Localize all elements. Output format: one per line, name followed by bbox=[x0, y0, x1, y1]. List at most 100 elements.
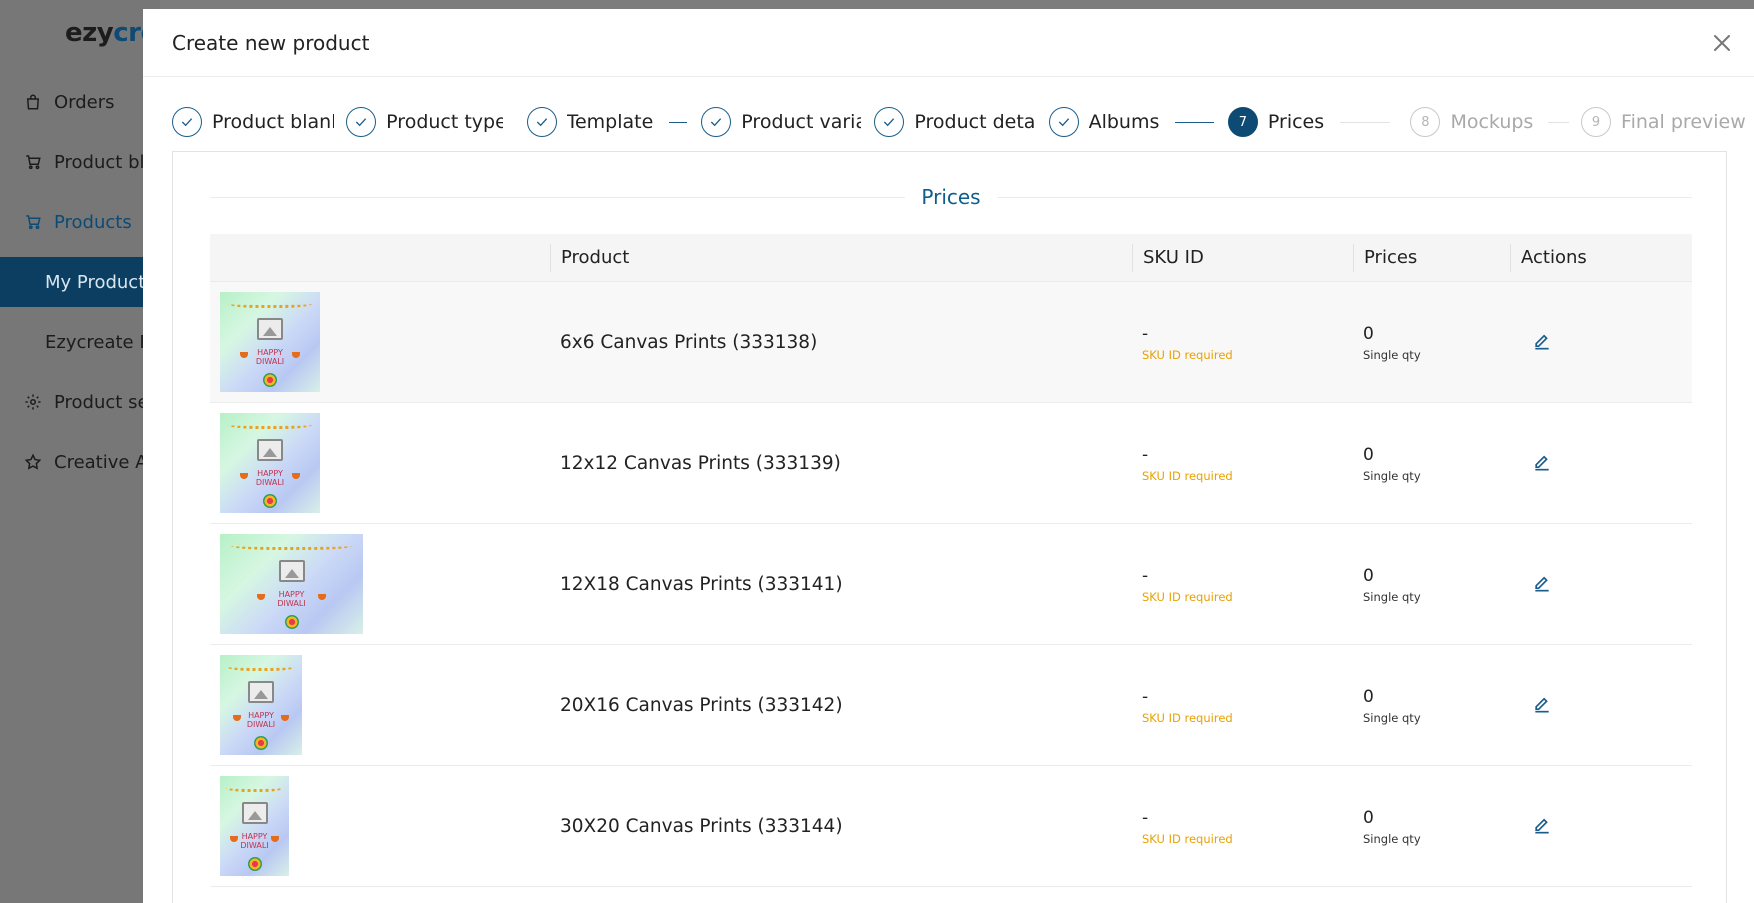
cart-icon bbox=[24, 213, 42, 231]
greeting-line-1: HAPPY bbox=[257, 348, 283, 357]
step-check-circle bbox=[526, 107, 557, 137]
pencil-icon bbox=[1535, 818, 1549, 834]
sku-cell: - SKU ID required bbox=[1132, 645, 1353, 765]
header-image bbox=[210, 244, 550, 272]
step-product-details[interactable]: Product details bbox=[874, 107, 1036, 137]
step-connector bbox=[1548, 121, 1570, 123]
step-label: Albums bbox=[1088, 111, 1160, 133]
sidebar-item-label: Orders bbox=[54, 91, 115, 113]
sidebar-item-product-settings[interactable]: Product settings bbox=[0, 377, 160, 427]
edit-button[interactable] bbox=[1532, 816, 1552, 836]
rangoli-icon bbox=[263, 373, 277, 387]
sku-cell: - SKU ID required bbox=[1132, 766, 1353, 886]
edit-button[interactable] bbox=[1532, 332, 1552, 352]
step-product-variants[interactable]: Product variants bbox=[701, 107, 861, 137]
logo-text-dark: ezy bbox=[65, 18, 114, 48]
edit-button[interactable] bbox=[1532, 453, 1552, 473]
actions-cell bbox=[1510, 282, 1692, 402]
greeting-line-1: HAPPY bbox=[241, 832, 268, 841]
product-cell: 12x12 Canvas Prints (333139) bbox=[550, 403, 1132, 523]
price-qty-note: Single qty bbox=[1363, 347, 1421, 362]
step-mockups[interactable]: 8 Mockups bbox=[1410, 107, 1538, 137]
step-check-circle bbox=[346, 107, 377, 137]
price-value: 0 bbox=[1363, 565, 1374, 586]
sidebar-item-orders[interactable]: Orders bbox=[0, 77, 160, 127]
edit-button[interactable] bbox=[1532, 695, 1552, 715]
thumb-cell: HAPPY DIWALI bbox=[210, 282, 550, 402]
image-placeholder-icon bbox=[241, 802, 268, 824]
table-row: HAPPY DIWALI 20X16 Canvas Prints (333142)… bbox=[210, 645, 1692, 766]
cart-icon bbox=[24, 153, 42, 171]
step-number-circle: 8 bbox=[1410, 107, 1441, 137]
step-final-preview[interactable]: 9 Final preview bbox=[1581, 107, 1747, 137]
actions-cell bbox=[1510, 524, 1692, 644]
garland-decoration bbox=[226, 661, 296, 671]
step-product-type[interactable]: Product type bbox=[346, 107, 503, 137]
step-label: Mockups bbox=[1450, 111, 1534, 133]
section-title: Prices bbox=[210, 182, 1692, 212]
header-actions: Actions bbox=[1510, 243, 1692, 272]
close-button[interactable] bbox=[1710, 31, 1734, 55]
sku-cell: - SKU ID required bbox=[1132, 403, 1353, 523]
sidebar-item-product-blanks[interactable]: Product blanks bbox=[0, 137, 160, 187]
header-prices: Prices bbox=[1353, 243, 1510, 272]
step-check-circle bbox=[172, 107, 202, 137]
step-check-circle bbox=[701, 107, 732, 137]
rangoli-icon bbox=[247, 857, 262, 871]
garland-decoration bbox=[228, 298, 312, 308]
sku-cell: - SKU ID required bbox=[1132, 282, 1353, 402]
sidebar-item-ezycreate-products[interactable]: Ezycreate Products bbox=[0, 317, 160, 367]
sku-warning: SKU ID required bbox=[1142, 589, 1233, 604]
thumb-cell: HAPPY DIWALI bbox=[210, 645, 550, 765]
step-product-blank[interactable]: Product blank bbox=[172, 107, 334, 137]
thumb-cell: HAPPY DIWALI bbox=[210, 766, 550, 886]
sku-value: - bbox=[1142, 323, 1149, 344]
product-name: 30X20 Canvas Prints (333144) bbox=[560, 815, 843, 837]
price-value: 0 bbox=[1363, 444, 1374, 465]
sidebar-item-label: Products bbox=[54, 211, 132, 233]
modal-title: Create new product bbox=[172, 30, 370, 55]
step-label: Product type bbox=[386, 111, 504, 133]
product-name: 20X16 Canvas Prints (333142) bbox=[560, 694, 843, 716]
sku-cell: - SKU ID required bbox=[1132, 524, 1353, 644]
pencil-icon bbox=[1535, 576, 1549, 592]
table-row: HAPPY DIWALI 12x12 Canvas Prints (333139)… bbox=[210, 403, 1692, 524]
star-icon bbox=[24, 453, 42, 471]
price-cell: 0 Single qty bbox=[1353, 282, 1510, 402]
divider bbox=[210, 196, 906, 198]
step-label: Product blank bbox=[212, 111, 334, 133]
greeting-line-2: DIWALI bbox=[255, 478, 285, 487]
header-product: Product bbox=[550, 243, 1132, 272]
step-check-circle bbox=[874, 107, 905, 137]
product-thumbnail: HAPPY DIWALI bbox=[220, 776, 289, 876]
step-label: Template bbox=[566, 111, 654, 133]
step-connector bbox=[1174, 121, 1214, 123]
step-prices[interactable]: 7 Prices bbox=[1227, 107, 1328, 137]
garland-decoration bbox=[225, 782, 284, 792]
sidebar-item-creative-assets[interactable]: Creative Assets bbox=[0, 437, 160, 487]
sidebar-item-my-products[interactable]: My Products bbox=[0, 257, 160, 307]
price-value: 0 bbox=[1363, 686, 1374, 707]
step-template[interactable]: Template bbox=[526, 107, 655, 137]
thumb-greeting: HAPPY DIWALI bbox=[220, 711, 302, 729]
sku-value: - bbox=[1142, 807, 1149, 828]
step-number-circle: 7 bbox=[1227, 107, 1258, 137]
modal-header: Create new product bbox=[143, 9, 1754, 77]
product-thumbnail: HAPPY DIWALI bbox=[220, 534, 363, 634]
check-icon bbox=[536, 118, 547, 127]
close-icon bbox=[1714, 35, 1730, 51]
sidebar-item-products[interactable]: Products bbox=[0, 197, 160, 247]
greeting-line-1: HAPPY bbox=[248, 711, 274, 720]
edit-button[interactable] bbox=[1532, 574, 1552, 594]
price-cell: 0 Single qty bbox=[1353, 403, 1510, 523]
step-label: Product details bbox=[914, 111, 1036, 133]
sku-warning: SKU ID required bbox=[1142, 468, 1233, 483]
sku-warning: SKU ID required bbox=[1142, 710, 1233, 725]
price-cell: 0 Single qty bbox=[1353, 766, 1510, 886]
check-icon bbox=[884, 118, 895, 127]
price-qty-note: Single qty bbox=[1363, 468, 1421, 483]
step-connector bbox=[1339, 121, 1391, 123]
step-albums[interactable]: Albums bbox=[1048, 107, 1161, 137]
step-check-circle bbox=[1048, 107, 1079, 137]
thumb-greeting: HAPPY DIWALI bbox=[220, 348, 320, 366]
